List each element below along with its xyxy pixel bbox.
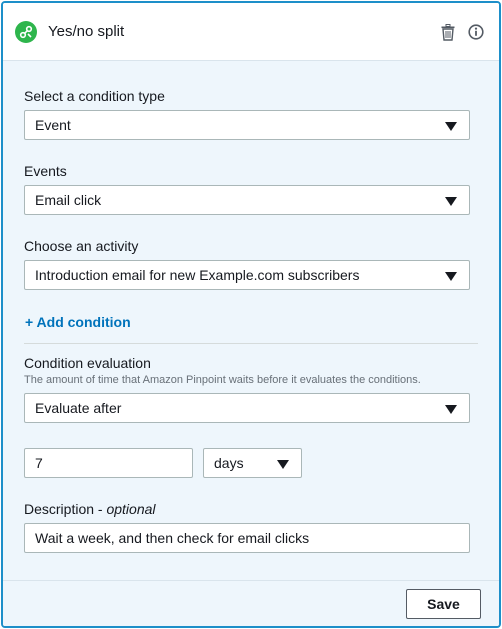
description-value: Wait a week, and then check for email cl… (35, 530, 310, 546)
save-button[interactable]: Save (406, 589, 481, 619)
panel-title: Yes/no split (48, 23, 125, 40)
evaluation-value: Evaluate after (35, 400, 122, 416)
wait-unit-value: days (214, 455, 244, 471)
panel-header: Yes/no split (3, 3, 499, 61)
wait-unit-select[interactable]: days (203, 448, 302, 478)
description-optional: optional (106, 501, 156, 517)
caret-down-icon (445, 272, 457, 281)
wait-amount-value: 7 (35, 455, 43, 471)
yes-no-split-panel: Yes/no split Select a condition type Eve… (1, 1, 501, 628)
condition-evaluation-hint: The amount of time that Amazon Pinpoint … (24, 374, 421, 386)
description-label-text: Description - (24, 501, 107, 517)
activity-select[interactable]: Introduction email for new Example.com s… (24, 260, 470, 290)
activity-label: Choose an activity (24, 238, 139, 254)
caret-down-icon (277, 460, 289, 469)
events-label: Events (24, 163, 67, 179)
activity-value: Introduction email for new Example.com s… (35, 267, 360, 283)
events-value: Email click (35, 192, 102, 208)
condition-evaluation-label: Condition evaluation (24, 355, 151, 371)
caret-down-icon (445, 405, 457, 414)
evaluation-select[interactable]: Evaluate after (24, 393, 470, 423)
add-condition-link[interactable]: + Add condition (25, 314, 131, 330)
condition-type-label: Select a condition type (24, 88, 165, 104)
info-icon[interactable] (466, 22, 486, 42)
caret-down-icon (445, 122, 457, 131)
section-divider (24, 343, 478, 344)
condition-type-value: Event (35, 117, 71, 133)
events-select[interactable]: Email click (24, 185, 470, 215)
panel-footer: Save (3, 580, 499, 626)
yes-no-split-icon (15, 21, 37, 43)
description-input[interactable]: Wait a week, and then check for email cl… (24, 523, 470, 553)
panel-body: Select a condition type Event Events Ema… (3, 61, 499, 580)
caret-down-icon (445, 197, 457, 206)
description-label: Description - optional (24, 501, 156, 517)
condition-type-select[interactable]: Event (24, 110, 470, 140)
wait-amount-input[interactable]: 7 (24, 448, 193, 478)
trash-icon[interactable] (438, 22, 458, 42)
